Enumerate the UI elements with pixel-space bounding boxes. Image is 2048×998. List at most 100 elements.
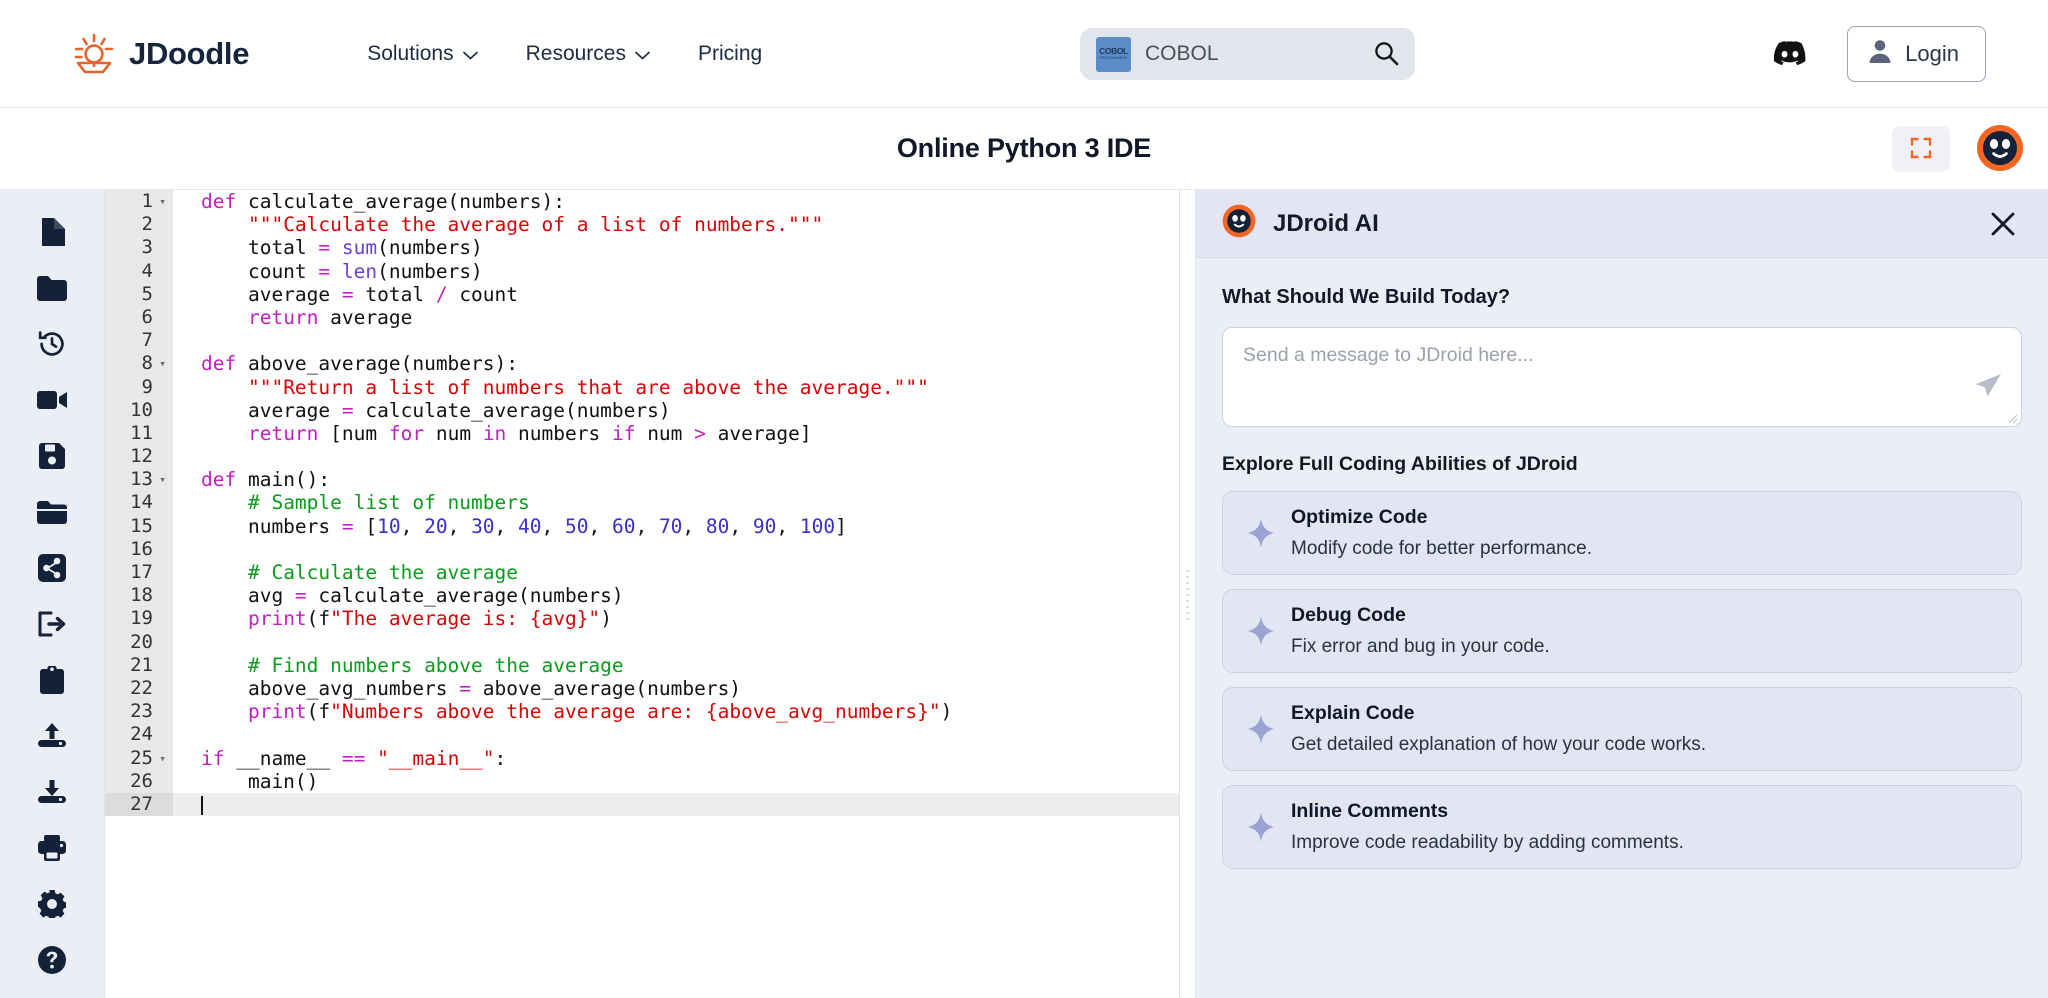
line-number-gutter[interactable]: 11▾ <box>105 421 173 446</box>
code-line[interactable]: 2▾ """Calculate the average of a list of… <box>105 213 1179 237</box>
code-line[interactable]: 11▾ return [num for num in numbers if nu… <box>105 421 1179 446</box>
code-line[interactable]: 7▾ <box>105 329 1179 353</box>
ability-card[interactable]: Debug Code Fix error and bug in your code… <box>1222 589 2022 673</box>
line-number-gutter[interactable]: 15▾ <box>105 514 173 538</box>
code-line[interactable]: 24▾ <box>105 723 1179 747</box>
code-line[interactable]: 13 ▾ def main(): <box>105 468 1179 492</box>
close-panel-button[interactable] <box>1984 205 2022 243</box>
line-number-gutter[interactable]: 18▾ <box>105 584 173 608</box>
line-number-gutter[interactable]: 24▾ <box>105 723 173 747</box>
line-number-gutter[interactable]: 3▾ <box>105 236 173 260</box>
code-line[interactable]: 16▾ <box>105 537 1179 561</box>
ability-card[interactable]: Inline Comments Improve code readability … <box>1222 785 2022 869</box>
jdroid-message-input[interactable]: Send a message to JDroid here... <box>1222 327 2022 427</box>
code-line-text: average = calculate_average(numbers) <box>173 399 671 422</box>
code-line[interactable]: 15▾ numbers = [10, 20, 30, 40, 50, 60, 7… <box>105 514 1179 538</box>
panel-resize-handle[interactable] <box>1179 190 1195 998</box>
code-line[interactable]: 3▾ total = sum(numbers) <box>105 236 1179 260</box>
tool-new-file-button[interactable] <box>0 204 105 260</box>
nav-item-pricing[interactable]: Pricing <box>674 32 786 76</box>
jdroid-assistant-button[interactable] <box>1974 122 2026 175</box>
code-lines-container[interactable]: 1▾def calculate_average(numbers):2▾ """C… <box>105 190 1179 817</box>
line-number-gutter[interactable]: 14▾ <box>105 491 173 515</box>
code-line[interactable]: 18▾ avg = calculate_average(numbers) <box>105 584 1179 608</box>
line-number-gutter[interactable]: 17▾ <box>105 561 173 585</box>
code-line[interactable]: 27▾ <box>105 792 1179 817</box>
tool-save-button[interactable] <box>0 428 105 484</box>
tool-clipboard-button[interactable] <box>0 652 105 708</box>
line-number-gutter[interactable]: 6▾ <box>105 305 173 330</box>
code-line[interactable]: 8 ▾ def above_average(numbers): <box>105 352 1179 376</box>
tool-open-project-button[interactable] <box>0 484 105 540</box>
line-number-gutter[interactable]: 26▾ <box>105 769 173 793</box>
send-message-button[interactable] <box>1973 371 2003 404</box>
code-line[interactable]: 25 ▾ if __name__ == "__main__": <box>105 746 1179 770</box>
fold-toggle-icon[interactable]: ▾ <box>158 468 167 491</box>
line-number-gutter[interactable]: 12▾ <box>105 445 173 469</box>
line-number-gutter[interactable]: 21▾ <box>105 653 173 677</box>
textarea-resize-handle[interactable] <box>2006 411 2018 424</box>
brand-logo-link[interactable]: JDoodle <box>72 32 250 76</box>
line-number-gutter[interactable]: 9▾ <box>105 375 173 399</box>
tool-print-button[interactable] <box>0 820 105 876</box>
fold-toggle-icon[interactable]: ▾ <box>158 190 167 213</box>
ability-card[interactable]: Optimize Code Modify code for better perf… <box>1222 491 2022 575</box>
language-search-box[interactable]: COBOL PROGRAMMING COBOL <box>1080 28 1415 80</box>
tool-share-button[interactable] <box>0 540 105 596</box>
line-number-gutter[interactable]: 10▾ <box>105 398 173 422</box>
tool-export-button[interactable] <box>0 596 105 652</box>
tool-upload-button[interactable] <box>0 708 105 764</box>
line-number-gutter[interactable]: 23▾ <box>105 700 173 724</box>
code-line[interactable]: 20▾ <box>105 630 1179 654</box>
code-token: numbers <box>201 514 342 538</box>
tool-settings-button[interactable] <box>0 876 105 932</box>
code-line[interactable]: 17▾ # Calculate the average <box>105 561 1179 585</box>
fold-toggle-icon[interactable]: ▾ <box>158 747 167 770</box>
code-editor[interactable]: 1▾def calculate_average(numbers):2▾ """C… <box>105 190 1179 998</box>
code-line[interactable]: 23▾ print(f"Numbers above the average ar… <box>105 700 1179 724</box>
line-number-gutter[interactable]: 5▾ <box>105 282 173 306</box>
line-number-gutter[interactable]: 8 ▾ <box>105 352 173 376</box>
discord-link-button[interactable] <box>1769 36 1811 73</box>
line-number-gutter[interactable]: 16▾ <box>105 537 173 561</box>
send-paper-plane-icon <box>1973 371 2003 404</box>
nav-item-resources[interactable]: Resources <box>502 32 674 76</box>
tool-download-button[interactable] <box>0 764 105 820</box>
ability-card[interactable]: Explain Code Get detailed explanation of … <box>1222 687 2022 771</box>
fold-toggle-icon[interactable]: ▾ <box>158 352 167 375</box>
line-number-gutter[interactable]: 4▾ <box>105 259 173 283</box>
nav-item-solutions[interactable]: Solutions <box>343 32 501 76</box>
code-line[interactable]: 1 ▾ def calculate_average(numbers): <box>105 190 1179 214</box>
line-number-gutter[interactable]: 13 ▾ <box>105 468 173 492</box>
tool-new-folder-button[interactable] <box>0 260 105 316</box>
line-number-gutter[interactable]: 2▾ <box>105 213 173 237</box>
code-line[interactable]: 9▾ """Return a list of numbers that are … <box>105 375 1179 399</box>
login-button[interactable]: Login <box>1847 26 1986 82</box>
code-line[interactable]: 14▾ # Sample list of numbers <box>105 491 1179 515</box>
line-number-gutter[interactable]: 22▾ <box>105 676 173 701</box>
tool-record-video-button[interactable] <box>0 372 105 428</box>
line-number-gutter[interactable]: 27▾ <box>105 792 173 817</box>
tool-history-button[interactable] <box>0 316 105 372</box>
code-line[interactable]: 12▾ <box>105 445 1179 469</box>
code-line[interactable]: 5▾ average = total / count <box>105 282 1179 306</box>
code-line[interactable]: 6▾ return average <box>105 305 1179 330</box>
tool-help-button[interactable] <box>0 932 105 988</box>
code-line[interactable]: 4▾ count = len(numbers) <box>105 259 1179 283</box>
search-submit-button[interactable] <box>1373 40 1399 69</box>
code-line[interactable]: 19▾ print(f"The average is: {avg}") <box>105 607 1179 631</box>
line-number-gutter[interactable]: 25 ▾ <box>105 746 173 770</box>
code-line[interactable]: 26▾ main() <box>105 769 1179 793</box>
line-number-gutter[interactable]: 1 ▾ <box>105 190 173 214</box>
code-line[interactable]: 21▾ # Find numbers above the average <box>105 653 1179 677</box>
line-number-gutter[interactable]: 19▾ <box>105 607 173 631</box>
code-line[interactable]: 10▾ average = calculate_average(numbers) <box>105 398 1179 422</box>
fullscreen-button[interactable] <box>1892 126 1950 172</box>
search-input[interactable]: COBOL <box>1145 42 1359 66</box>
line-number-gutter[interactable]: 7▾ <box>105 329 173 353</box>
line-number: 21 <box>130 653 153 676</box>
code-line[interactable]: 22▾ above_avg_numbers = above_average(nu… <box>105 676 1179 701</box>
line-number-gutter[interactable]: 20▾ <box>105 630 173 654</box>
